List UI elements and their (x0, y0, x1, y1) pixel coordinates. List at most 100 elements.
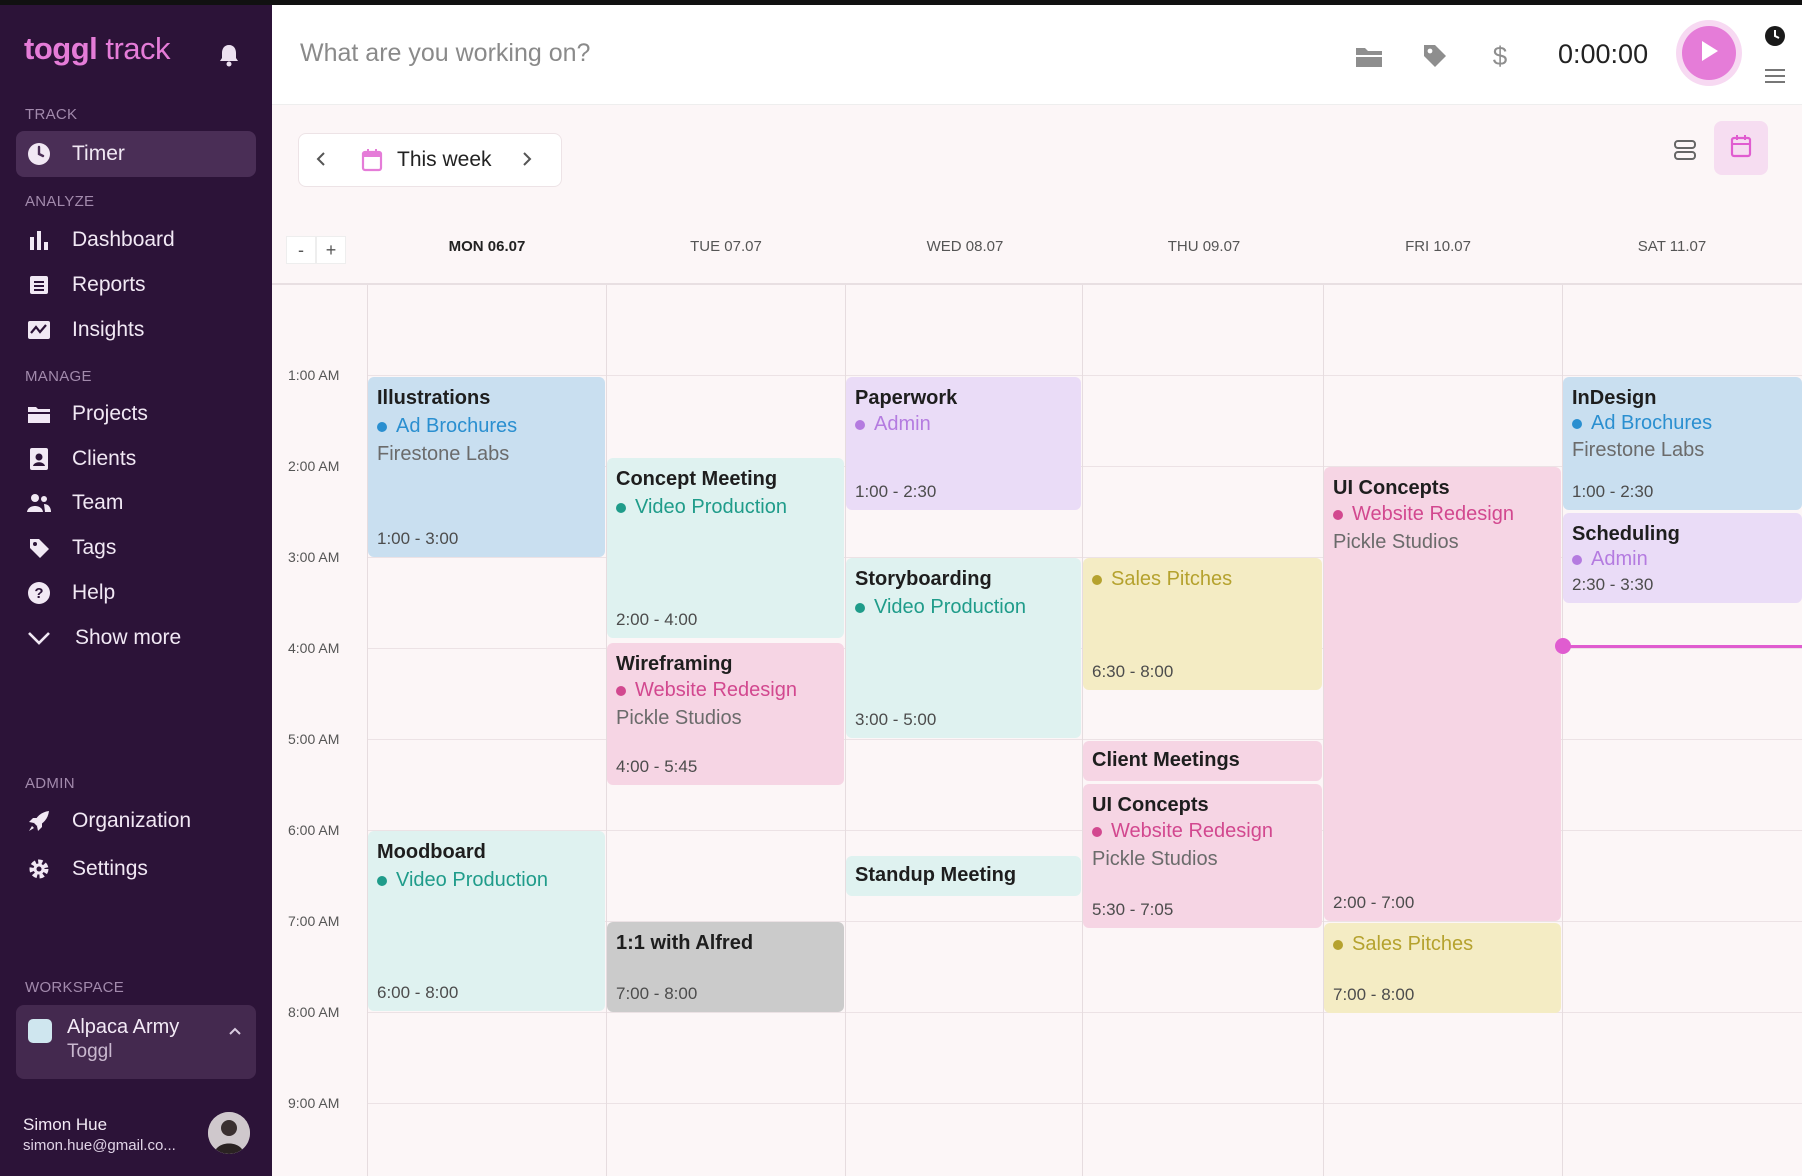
entry-title: Illustrations (377, 387, 491, 409)
description-input[interactable] (300, 31, 1060, 75)
time-entry[interactable]: Sales Pitches 6:30 - 8:00 (1083, 558, 1322, 690)
entry-time: 4:00 - 5:45 (616, 757, 698, 776)
entry-time: 2:30 - 3:30 (1572, 575, 1654, 594)
current-time-line (1562, 645, 1802, 648)
time-entry[interactable]: Standup Meeting (846, 856, 1081, 896)
hour-label: 6:00 AM (288, 822, 340, 838)
time-entry[interactable]: Client Meetings (1083, 741, 1322, 781)
entry-client: Firestone Labs (377, 443, 510, 465)
day-header-tue[interactable]: TUE 07.07 (607, 238, 845, 255)
hour-label: 1:00 AM (288, 367, 340, 383)
timer-display: 0:00:00 (1558, 39, 1649, 69)
list-view-toggle[interactable] (1662, 129, 1708, 175)
rocket-icon (26, 808, 52, 834)
entry-client: Firestone Labs (1572, 439, 1705, 461)
zoom-out-button[interactable]: - (286, 236, 316, 264)
svg-text:?: ? (34, 585, 43, 602)
insights-icon (26, 317, 52, 343)
time-entry[interactable]: InDesign Ad Brochures Firestone Labs 1:0… (1563, 377, 1802, 510)
entry-title: Client Meetings (1092, 749, 1240, 771)
logo-brand: toggl (24, 31, 98, 66)
chevron-left-icon[interactable] (315, 149, 327, 174)
manual-mode-list-icon[interactable] (1764, 67, 1786, 90)
entry-title: Scheduling (1572, 523, 1680, 545)
timer-mode-clock-icon[interactable] (1764, 25, 1786, 52)
day-header-wed[interactable]: WED 08.07 (846, 238, 1084, 255)
entry-time: 3:00 - 5:00 (855, 710, 937, 729)
tag-icon[interactable] (1422, 43, 1448, 74)
time-entry[interactable]: Storyboarding Video Production 3:00 - 5:… (846, 558, 1081, 738)
time-entry[interactable]: Illustrations Ad Brochures Firestone Lab… (368, 377, 605, 557)
sidebar-item-dashboard[interactable]: Dashboard (16, 217, 256, 263)
sidebar-item-show-more[interactable]: Show more (16, 615, 256, 661)
time-entry[interactable]: Paperwork Admin 1:00 - 2:30 (846, 377, 1081, 510)
day-header-fri[interactable]: FRI 10.07 (1319, 238, 1557, 255)
time-entry[interactable]: 1:1 with Alfred 7:00 - 8:00 (607, 922, 844, 1012)
sidebar-item-label: Timer (72, 142, 125, 165)
time-entry[interactable]: Moodboard Video Production 6:00 - 8:00 (368, 831, 605, 1011)
day-header-thu[interactable]: THU 09.07 (1085, 238, 1323, 255)
sidebar-item-help[interactable]: ? Help (16, 570, 256, 616)
calendar-header: - + MON 06.07 TUE 07.07 WED 08.07 THU 09… (272, 200, 1802, 285)
entry-title: UI Concepts (1333, 477, 1450, 499)
tag-icon (26, 535, 52, 561)
folder-icon[interactable] (1354, 45, 1384, 74)
section-track: TRACK (25, 106, 78, 123)
workspace-icon (28, 1019, 52, 1043)
sidebar-item-label: Help (72, 581, 116, 604)
sidebar: toggl track TRACK Timer ANALYZE Dashboar… (0, 5, 272, 1176)
calendar-view-toggle[interactable] (1714, 121, 1768, 175)
entry-project: Video Production (377, 869, 548, 892)
billable-dollar-icon[interactable]: $ (1490, 41, 1510, 76)
entry-project: Website Redesign (1092, 820, 1273, 843)
bar-chart-icon (26, 227, 52, 253)
sidebar-item-organization[interactable]: Organization (16, 798, 256, 844)
logo[interactable]: toggl track (24, 31, 171, 67)
sidebar-item-projects[interactable]: Projects (16, 391, 256, 437)
chevron-right-icon[interactable] (521, 149, 533, 174)
clock-icon (26, 141, 52, 167)
bell-icon[interactable] (218, 43, 240, 72)
sidebar-item-reports[interactable]: Reports (16, 262, 256, 308)
zoom-in-button[interactable]: + (316, 236, 346, 264)
entry-title: Paperwork (855, 387, 958, 409)
sidebar-item-clients[interactable]: Clients (16, 436, 256, 482)
play-icon (1698, 39, 1720, 68)
time-entry[interactable]: Scheduling Admin 2:30 - 3:30 (1563, 513, 1802, 603)
sidebar-item-team[interactable]: Team (16, 480, 256, 526)
sidebar-item-label: Dashboard (72, 228, 175, 251)
sidebar-item-tags[interactable]: Tags (16, 525, 256, 571)
sidebar-item-insights[interactable]: Insights (16, 307, 256, 353)
hour-label: 3:00 AM (288, 549, 340, 565)
workspace-org: Toggl (67, 1041, 113, 1062)
current-time-dot (1555, 638, 1571, 654)
time-entry[interactable]: UI Concepts Website Redesign Pickle Stud… (1083, 784, 1322, 928)
week-range-button[interactable]: This week (397, 148, 492, 172)
workspace-switcher[interactable]: Alpaca Army Toggl (16, 1005, 256, 1079)
section-analyze: ANALYZE (25, 193, 95, 210)
sidebar-item-settings[interactable]: Settings (16, 846, 256, 892)
sidebar-item-timer[interactable]: Timer (16, 131, 256, 177)
day-header-sat[interactable]: SAT 11.07 (1553, 238, 1791, 255)
calendar-grid[interactable]: 1:00 AM 2:00 AM 3:00 AM 4:00 AM 5:00 AM … (272, 285, 1802, 1176)
hour-label: 7:00 AM (288, 913, 340, 929)
sidebar-item-label: Organization (72, 809, 192, 832)
timer-bar: $ 0:00:00 (272, 5, 1802, 105)
entry-time: 5:30 - 7:05 (1092, 900, 1174, 919)
hour-label: 8:00 AM (288, 1004, 340, 1020)
sidebar-item-label: Settings (72, 857, 148, 880)
time-entry[interactable]: Concept Meeting Video Production 2:00 - … (607, 458, 844, 638)
avatar[interactable] (208, 1112, 250, 1154)
entry-time: 7:00 - 8:00 (1333, 985, 1415, 1004)
time-entry[interactable]: Sales Pitches 7:00 - 8:00 (1324, 923, 1561, 1013)
user-name: Simon Hue (23, 1115, 108, 1134)
entry-time: 7:00 - 8:00 (616, 984, 698, 1003)
time-entry[interactable]: UI Concepts Website Redesign Pickle Stud… (1324, 467, 1561, 921)
day-header-mon[interactable]: MON 06.07 (368, 238, 606, 255)
start-timer-button[interactable] (1682, 26, 1736, 80)
entry-project: Sales Pitches (1092, 568, 1232, 591)
entry-time: 2:00 - 7:00 (1333, 893, 1415, 912)
time-entry[interactable]: Wireframing Website Redesign Pickle Stud… (607, 643, 844, 785)
hour-gridline (367, 739, 1802, 740)
help-icon: ? (26, 580, 52, 606)
